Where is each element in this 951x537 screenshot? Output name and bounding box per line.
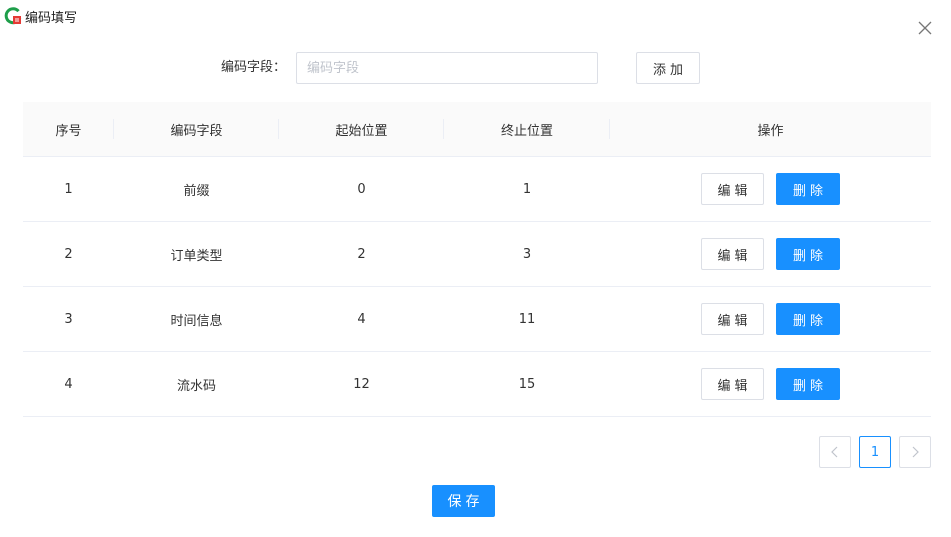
cell-start: 4 xyxy=(357,311,366,327)
chevron-left-icon xyxy=(831,446,838,458)
close-icon xyxy=(918,21,932,35)
cell-start: 2 xyxy=(357,246,366,262)
close-button[interactable] xyxy=(915,18,935,38)
cell-start: 0 xyxy=(357,181,366,197)
cell-index: 2 xyxy=(64,246,73,262)
edit-button[interactable]: 编辑 xyxy=(701,238,764,270)
add-button[interactable]: 添加 xyxy=(636,52,700,84)
table-row: 2 订单类型 2 3 编辑 删除 xyxy=(23,222,931,287)
prev-page-button[interactable] xyxy=(819,436,851,468)
cell-index: 4 xyxy=(64,376,73,392)
encoding-table: 序号 编码字段 起始位置 终止位置 操作 1 前缀 0 1 编辑 删除 2 订单… xyxy=(23,102,931,417)
page-number-button[interactable]: 1 xyxy=(859,436,891,468)
table-row: 1 前缀 0 1 编辑 删除 xyxy=(23,157,931,222)
title-bar: 编码填写 xyxy=(3,5,77,27)
encoding-field-input[interactable] xyxy=(296,52,598,84)
encoding-field-label: 编码字段： xyxy=(220,60,286,75)
cell-field: 订单类型 xyxy=(170,248,223,264)
header-field: 编码字段 xyxy=(114,119,279,139)
cell-actions: 编辑 删除 xyxy=(610,368,931,400)
cell-start: 12 xyxy=(353,376,370,392)
delete-button[interactable]: 删除 xyxy=(776,173,840,205)
header-start: 起始位置 xyxy=(279,119,444,139)
header-index: 序号 xyxy=(23,119,114,139)
edit-button[interactable]: 编辑 xyxy=(701,173,764,205)
cell-actions: 编辑 删除 xyxy=(610,238,931,270)
cell-actions: 编辑 删除 xyxy=(610,303,931,335)
cell-field: 前缀 xyxy=(183,183,210,199)
dialog-title: 编码填写 xyxy=(25,10,78,26)
header-end: 终止位置 xyxy=(444,119,610,139)
next-page-button[interactable] xyxy=(899,436,931,468)
delete-button[interactable]: 删除 xyxy=(776,238,840,270)
cell-end: 1 xyxy=(522,181,532,197)
table-row: 3 时间信息 4 11 编辑 删除 xyxy=(23,287,931,352)
cell-field: 流水码 xyxy=(176,378,216,394)
delete-button[interactable]: 删除 xyxy=(776,368,840,400)
cell-field: 时间信息 xyxy=(170,313,223,329)
encoding-field-form: 编码字段： 添加 xyxy=(0,52,951,84)
cell-index: 1 xyxy=(64,181,73,197)
pagination: 1 xyxy=(819,436,931,468)
cell-index: 3 xyxy=(64,311,73,327)
cell-actions: 编辑 删除 xyxy=(610,173,931,205)
table-header: 序号 编码字段 起始位置 终止位置 操作 xyxy=(23,102,931,157)
edit-button[interactable]: 编辑 xyxy=(701,368,764,400)
cell-end: 3 xyxy=(522,246,532,262)
edit-button[interactable]: 编辑 xyxy=(701,303,764,335)
cell-end: 11 xyxy=(518,311,536,327)
header-actions: 操作 xyxy=(757,123,784,139)
chevron-right-icon xyxy=(912,446,919,458)
cell-end: 15 xyxy=(518,376,536,392)
save-button[interactable]: 保存 xyxy=(432,485,495,517)
app-logo-icon xyxy=(3,6,23,26)
table-row: 4 流水码 12 15 编辑 删除 xyxy=(23,352,931,417)
delete-button[interactable]: 删除 xyxy=(776,303,840,335)
